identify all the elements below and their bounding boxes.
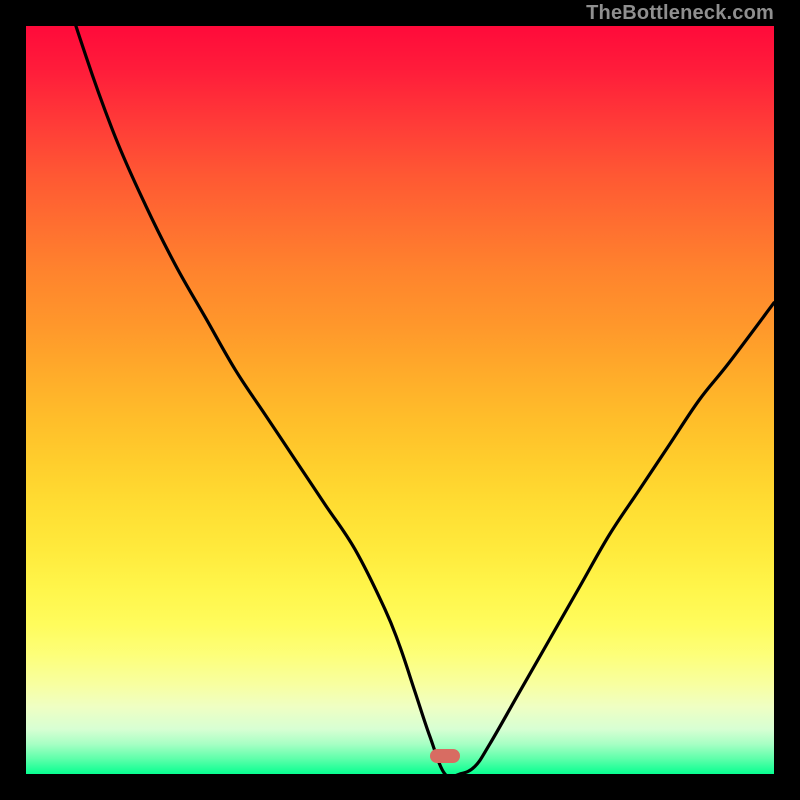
minimum-marker-icon xyxy=(430,749,460,763)
watermark-text: TheBottleneck.com xyxy=(586,2,774,25)
bottleneck-curve xyxy=(26,26,774,774)
plot-area xyxy=(26,26,774,774)
chart-container: TheBottleneck.com xyxy=(0,0,800,800)
